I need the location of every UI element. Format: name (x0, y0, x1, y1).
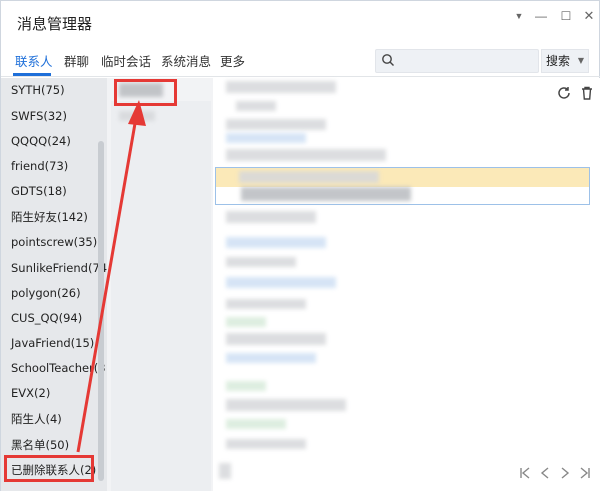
annotation-arrow (76, 100, 146, 453)
